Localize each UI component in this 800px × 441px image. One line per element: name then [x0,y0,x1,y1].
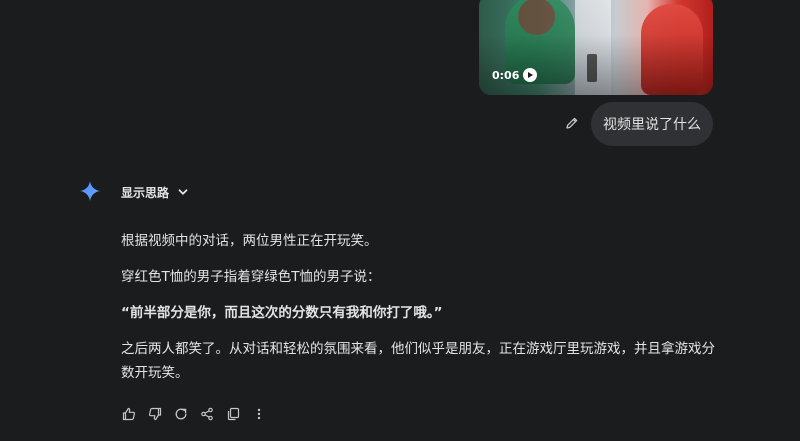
model-response: 根据视频中的对话，两位男性正在开玩笑。 穿红色T恤的男子指着穿绿色T恤的男子说：… [121,229,721,397]
user-message-text: 视频里说了什么 [603,117,701,133]
video-duration: 0:06 [492,68,538,82]
thumbs-down-icon[interactable] [145,404,165,424]
thumbs-up-icon[interactable] [119,404,139,424]
response-paragraph: 穿红色T恤的男子指着穿绿色T恤的男子说： [121,269,381,285]
more-vert-icon[interactable] [249,404,269,424]
show-thinking-label: 显示思路 [121,185,170,200]
chevron-down-icon [177,186,189,198]
play-icon[interactable] [523,68,538,82]
response-paragraph: 之后两人都笑了。从对话和轻松的氛围来看，他们似乎是朋友，正在游戏厅里玩游戏，并且… [121,341,715,381]
response-actions [119,404,269,424]
show-thinking-toggle[interactable]: 显示思路 [121,182,189,202]
copy-icon[interactable] [223,404,243,424]
pencil-icon[interactable] [563,114,581,132]
regenerate-icon[interactable] [171,404,191,424]
response-quote: “前半部分是你，而且这次的分数只有我和你打了哦。” [121,305,443,321]
user-message-bubble: 视频里说了什么 [591,102,713,146]
video-duration-label: 0:06 [492,68,520,82]
video-thumbnail[interactable]: 0:06 [479,0,713,95]
response-paragraph: 根据视频中的对话，两位男性正在开玩笑。 [121,233,378,249]
share-icon[interactable] [197,404,217,424]
gemini-sparkle-icon [79,180,101,202]
